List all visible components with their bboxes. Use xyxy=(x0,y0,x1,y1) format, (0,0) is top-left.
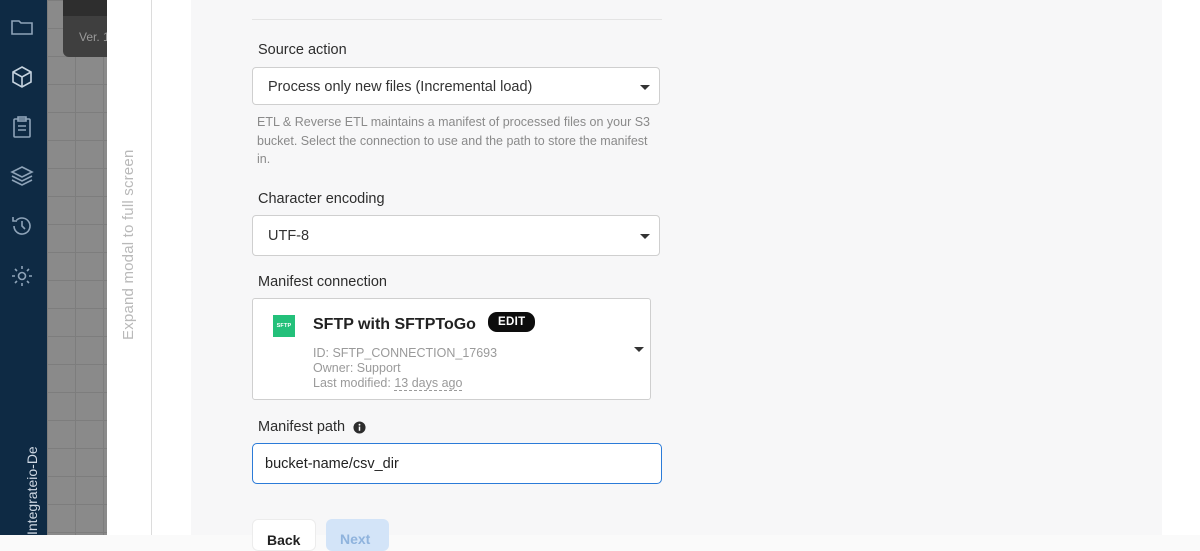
modal: Expand modal to full screen Source actio… xyxy=(107,0,1200,551)
app-sidebar: Integrateio-De xyxy=(0,0,47,535)
source-action-select[interactable]: Process only new files (Incremental load… xyxy=(252,67,660,105)
source-action-helper-text: ETL & Reverse ETL maintains a manifest o… xyxy=(257,115,651,166)
manifest-connection-select[interactable]: SFTP SFTP with SFTPToGo EDIT ID: SFTP_CO… xyxy=(252,298,651,400)
clipboard-icon[interactable] xyxy=(9,114,35,140)
connection-owner: Owner: Support xyxy=(313,361,401,375)
background-card-version: Ver. 1 xyxy=(79,30,110,44)
chevron-down-icon xyxy=(634,347,644,352)
source-action-label-text: Source action xyxy=(258,42,347,58)
background-canvas xyxy=(47,0,107,535)
expand-modal-toggle[interactable]: Expand modal to full screen xyxy=(107,0,152,535)
connection-modified-prefix: Last modified: xyxy=(313,376,391,390)
encoding-value: UTF-8 xyxy=(268,228,310,244)
source-action-value: Process only new files (Incremental load… xyxy=(268,79,533,95)
history-icon[interactable] xyxy=(9,213,35,239)
manifest-path-label: Manifest path xyxy=(258,419,366,435)
source-action-label: Source action xyxy=(258,42,347,58)
connection-name: SFTP with SFTPToGo xyxy=(313,316,476,333)
manifest-connection-label-text: Manifest connection xyxy=(258,274,387,290)
org-name-label: Integrateio-De xyxy=(24,446,40,535)
next-button[interactable]: Next xyxy=(326,519,389,551)
sftp-logo-icon: SFTP xyxy=(273,315,295,337)
encoding-label: Character encoding xyxy=(258,191,385,207)
manifest-path-input[interactable] xyxy=(252,443,662,484)
encoding-select[interactable]: UTF-8 xyxy=(252,215,660,256)
manifest-connection-label: Manifest connection xyxy=(258,274,387,290)
expand-modal-label: Expand modal to full screen xyxy=(120,149,137,340)
connection-modified-value[interactable]: 13 days ago xyxy=(394,376,463,391)
gear-icon[interactable] xyxy=(9,263,35,289)
background-card-header xyxy=(63,0,107,16)
chevron-down-icon xyxy=(640,234,650,239)
layers-icon[interactable] xyxy=(9,163,35,189)
chevron-down-icon xyxy=(640,85,650,90)
background-card: Ver. 1 xyxy=(63,0,110,57)
edit-connection-button[interactable]: EDIT xyxy=(488,312,536,332)
package-icon[interactable] xyxy=(9,64,35,90)
info-icon[interactable] xyxy=(353,420,366,434)
connection-id: ID: SFTP_CONNECTION_17693 xyxy=(313,346,498,360)
manifest-path-label-text: Manifest path xyxy=(258,419,346,435)
encoding-label-text: Character encoding xyxy=(258,191,385,207)
connection-modified: Last modified: 13 days ago xyxy=(313,376,463,391)
back-button[interactable]: Back xyxy=(252,519,316,551)
divider xyxy=(252,19,662,20)
folder-icon[interactable] xyxy=(9,14,35,40)
modal-body: Source action Process only new files (In… xyxy=(191,0,1162,551)
